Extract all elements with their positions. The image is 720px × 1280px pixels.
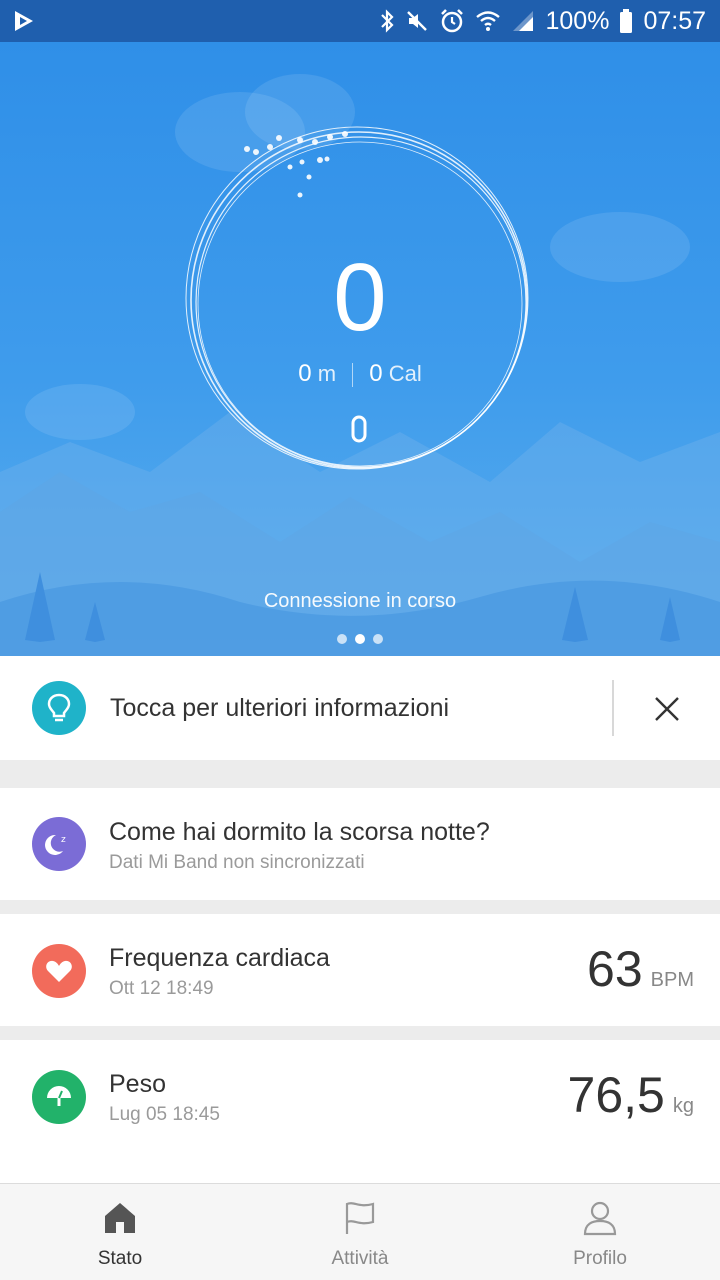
nav-label-attivita: Attività <box>331 1248 389 1269</box>
weight-number: 76,5 <box>567 1067 665 1123</box>
calories-value: 0 <box>369 360 383 387</box>
heart-icon <box>32 944 86 998</box>
scale-icon <box>32 1070 86 1124</box>
sleep-subtitle: Dati Mi Band non sincronizzati <box>109 852 365 873</box>
signal-icon <box>511 9 535 33</box>
clock: 07:57 <box>643 6 706 35</box>
nav-tab-stato[interactable]: Stato <box>0 1184 240 1280</box>
svg-text:z: z <box>61 835 66 845</box>
wifi-icon <box>475 9 501 33</box>
activity-hero[interactable]: 0 0 m 0 Cal Connessione in corso <box>0 42 720 656</box>
sleep-card[interactable]: z Come hai dormito la scorsa notte? Dati… <box>0 788 720 900</box>
nav-label-profilo: Profilo <box>573 1248 627 1269</box>
bottom-navigation: Stato Attività Profilo <box>0 1183 720 1280</box>
alarm-icon <box>439 8 465 34</box>
lightbulb-icon <box>32 681 86 735</box>
sleep-title: Come hai dormito la scorsa notte? <box>109 818 490 846</box>
close-icon[interactable] <box>652 694 682 724</box>
status-bar: 100% 07:57 <box>0 0 720 42</box>
distance-calories: 0 m 0 Cal <box>0 360 720 388</box>
weight-card[interactable]: Peso Lug 05 18:45 76,5 kg <box>0 1040 720 1183</box>
connection-status: Connessione in corso <box>263 590 457 612</box>
app-notification-icon <box>12 8 36 34</box>
heart-rate-value: 63 BPM <box>587 940 694 998</box>
weight-timestamp: Lug 05 18:45 <box>109 1104 220 1125</box>
battery-percent: 100% <box>545 6 610 35</box>
tip-text: Tocca per ulteriori informazioni <box>110 694 450 722</box>
heart-rate-number: 63 <box>587 941 643 997</box>
heart-rate-title: Frequenza cardiaca <box>109 944 330 972</box>
heart-rate-card[interactable]: Frequenza cardiaca Ott 12 18:49 63 BPM <box>0 914 720 1026</box>
weight-title: Peso <box>109 1070 166 1098</box>
weight-unit: kg <box>672 1095 694 1117</box>
page-dot-active[interactable] <box>355 634 365 644</box>
tip-card[interactable]: Tocca per ulteriori informazioni <box>0 656 720 760</box>
heart-rate-unit: BPM <box>650 969 694 991</box>
flag-icon <box>345 1202 375 1234</box>
distance-value: 0 <box>298 360 312 387</box>
calories-unit: Cal <box>388 361 422 386</box>
mute-icon <box>405 9 429 33</box>
distance-unit: m <box>317 361 337 386</box>
nav-tab-attivita[interactable]: Attività <box>240 1184 480 1280</box>
page-indicator <box>0 634 720 644</box>
battery-icon <box>619 8 633 34</box>
person-icon <box>583 1201 617 1236</box>
page-dot[interactable] <box>337 634 347 644</box>
metric-separator <box>352 363 354 388</box>
weight-value: 76,5 kg <box>568 1066 694 1124</box>
bluetooth-icon <box>379 9 395 33</box>
page-dot[interactable] <box>373 634 383 644</box>
nav-label-stato: Stato <box>97 1248 143 1269</box>
divider <box>612 680 614 736</box>
home-icon <box>105 1203 135 1233</box>
heart-rate-timestamp: Ott 12 18:49 <box>109 978 214 999</box>
steps-count: 0 <box>333 244 387 351</box>
moon-sleep-icon: z <box>32 817 86 871</box>
mi-band-icon <box>351 415 367 448</box>
nav-tab-profilo[interactable]: Profilo <box>480 1184 720 1280</box>
